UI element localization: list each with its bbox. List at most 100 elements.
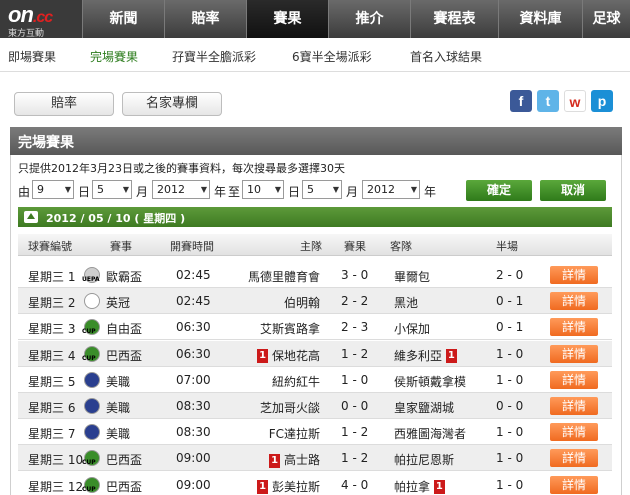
detail-button[interactable]: 詳情 bbox=[550, 292, 598, 311]
to-day-select[interactable]: 10 ▼ bbox=[242, 180, 284, 199]
away-team: 小保加 bbox=[394, 320, 430, 337]
chevron-down-icon: ▼ bbox=[64, 185, 71, 194]
league-icon bbox=[84, 293, 100, 310]
home-team: 1 保地花高 bbox=[257, 347, 320, 364]
detail-button[interactable]: 詳情 bbox=[550, 449, 598, 468]
halftime-score: 1 - 0 bbox=[496, 425, 524, 440]
detail-button[interactable]: 詳情 bbox=[550, 344, 598, 363]
subnav-first-scorer[interactable]: 首名入球結果 bbox=[410, 48, 482, 65]
nav-news[interactable]: 新聞 bbox=[82, 0, 164, 38]
subnav-six-halftime-payout[interactable]: 6寶半全場派彩 bbox=[292, 48, 372, 65]
detail-button[interactable]: 詳情 bbox=[550, 370, 598, 389]
subnav-double-halftime-payout[interactable]: 孖寶半全膽派彩 bbox=[172, 48, 256, 65]
nav-results[interactable]: 賽果 bbox=[246, 0, 328, 38]
full-time-score: 3 - 0 bbox=[341, 268, 369, 282]
halftime-score: 2 - 0 bbox=[496, 268, 524, 282]
league-name: 巴西盃 bbox=[106, 348, 143, 363]
detail-button[interactable]: 詳情 bbox=[550, 475, 598, 494]
full-time-score: 1 - 0 bbox=[341, 372, 369, 387]
home-team-name: 彭美拉斯 bbox=[271, 479, 320, 494]
home-team: FC達拉斯 bbox=[269, 425, 320, 442]
halftime-score: 1 - 0 bbox=[496, 372, 524, 387]
away-team: 黑池 bbox=[394, 294, 418, 311]
top-nav: on.cc 東方互動 新聞 賠率 賽果 推介 賽程表 資料庫 足球 bbox=[0, 0, 630, 39]
home-team: 1 高士路 bbox=[269, 451, 320, 468]
detail-button[interactable]: 詳情 bbox=[550, 397, 598, 415]
home-team-name: 紐約紅牛 bbox=[271, 374, 320, 389]
kickoff-time: 08:30 bbox=[176, 425, 211, 440]
home-team: 伯明翰 bbox=[284, 294, 320, 311]
match-id: 星期三 1 bbox=[28, 270, 76, 284]
subnav-final-results[interactable]: 完場賽果 bbox=[90, 48, 138, 65]
to-month-select[interactable]: 5 ▼ bbox=[302, 180, 342, 199]
columnists-tab-button[interactable]: 名家專欄 bbox=[122, 92, 222, 116]
home-team: 紐約紅牛 bbox=[272, 373, 320, 390]
weibo-icon[interactable]: w bbox=[564, 90, 586, 112]
detail-button[interactable]: 詳情 bbox=[550, 266, 598, 284]
away-team: 維多利亞 1 bbox=[394, 347, 457, 364]
nav-database[interactable]: 資料庫 bbox=[498, 0, 582, 38]
nav-odds[interactable]: 賠率 bbox=[164, 0, 246, 38]
kickoff-time: 02:45 bbox=[176, 294, 211, 309]
kickoff-time: 02:45 bbox=[176, 268, 211, 282]
away-team: 侯斯頓戴拿模 bbox=[394, 373, 466, 390]
chevron-down-icon: ▼ bbox=[122, 185, 129, 194]
subnav-live-results[interactable]: 即場賽果 bbox=[8, 48, 56, 65]
from-month-label: 月 bbox=[136, 185, 149, 199]
facebook-icon[interactable]: f bbox=[510, 90, 532, 112]
full-time-score: 2 - 2 bbox=[341, 294, 369, 309]
home-team-name: 高士路 bbox=[283, 453, 320, 468]
col-match-id: 球賽編號 bbox=[28, 240, 72, 253]
table-row: 星期三 10 CUP 巴西盃 09:00 1 高士路 1 - 2 帕拉尼恩斯 1 - 0 詳情 bbox=[18, 445, 612, 472]
from-month-select[interactable]: 5 ▼ bbox=[92, 180, 132, 199]
league-name: 歐霸盃 bbox=[106, 270, 143, 284]
home-team: 芝加哥火燄 bbox=[260, 399, 320, 416]
confirm-button[interactable]: 確定 bbox=[466, 180, 532, 201]
from-year-select[interactable]: 2012 ▼ bbox=[152, 180, 210, 199]
league-icon-caption: CUP bbox=[82, 485, 96, 493]
cancel-button[interactable]: 取消 bbox=[540, 180, 606, 201]
site-logo[interactable]: on.cc 東方互動 bbox=[0, 0, 82, 39]
detail-button[interactable]: 詳情 bbox=[550, 423, 598, 442]
league-name: 美職 bbox=[106, 374, 131, 389]
to-label: 至 bbox=[228, 185, 241, 199]
nav-schedule[interactable]: 賽程表 bbox=[410, 0, 498, 38]
odds-tab-button[interactable]: 賠率 bbox=[14, 92, 114, 116]
table-row: 星期三 7 美職 08:30 FC達拉斯 1 - 2 西雅圖海灣者 1 - 0 詳情 bbox=[18, 419, 612, 446]
home-team-name: FC達拉斯 bbox=[268, 427, 320, 442]
red-card-icon: 1 bbox=[433, 480, 445, 495]
logo-suffix-text: .cc bbox=[32, 9, 53, 26]
kickoff-time: 07:00 bbox=[176, 372, 211, 387]
to-year-select[interactable]: 2012 ▼ bbox=[362, 180, 420, 199]
kickoff-time: 06:30 bbox=[176, 320, 211, 335]
nav-football[interactable]: 足球 bbox=[582, 0, 630, 38]
kickoff-time: 08:30 bbox=[176, 399, 211, 413]
match-id: 星期三 3 bbox=[28, 322, 76, 337]
plurk-icon[interactable]: p bbox=[591, 90, 613, 112]
chevron-down-icon: ▼ bbox=[274, 185, 281, 194]
col-score: 賽果 bbox=[344, 240, 366, 253]
nav-tips[interactable]: 推介 bbox=[328, 0, 410, 38]
match-id: 星期三 5 bbox=[28, 374, 76, 389]
halftime-score: 0 - 0 bbox=[496, 399, 524, 413]
league-name: 自由盃 bbox=[106, 322, 143, 337]
away-team: 西雅圖海灣者 bbox=[394, 425, 466, 442]
away-team-name: 維多利亞 bbox=[394, 348, 443, 363]
date-band-label: 2012 / 05 / 10 ( 星期四 ) bbox=[46, 212, 186, 225]
table-row: 星期三 1 UEPA 歐霸盃 02:45 馬德里體育會 3 - 0 畢爾包 2 - 0 詳情 bbox=[18, 262, 612, 288]
detail-button[interactable]: 詳情 bbox=[550, 318, 598, 337]
to-month-value: 5 bbox=[307, 183, 314, 196]
home-team-name: 芝加哥火燄 bbox=[259, 401, 320, 415]
table-row: 星期三 2 英冠 02:45 伯明翰 2 - 2 黑池 0 - 1 詳情 bbox=[18, 288, 612, 315]
chevron-down-icon: ▼ bbox=[332, 185, 339, 194]
from-label: 由 bbox=[18, 185, 31, 199]
from-day-select[interactable]: 9 ▼ bbox=[32, 180, 74, 199]
away-team: 畢爾包 bbox=[394, 268, 430, 285]
date-band[interactable]: 2012 / 05 / 10 ( 星期四 ) bbox=[18, 207, 612, 227]
red-card-icon: 1 bbox=[445, 349, 457, 364]
collapse-icon[interactable] bbox=[24, 211, 38, 223]
to-day-label: 日 bbox=[288, 185, 301, 199]
twitter-icon[interactable]: t bbox=[537, 90, 559, 112]
col-kickoff: 開賽時間 bbox=[170, 240, 214, 253]
col-home: 主隊 bbox=[300, 240, 322, 253]
